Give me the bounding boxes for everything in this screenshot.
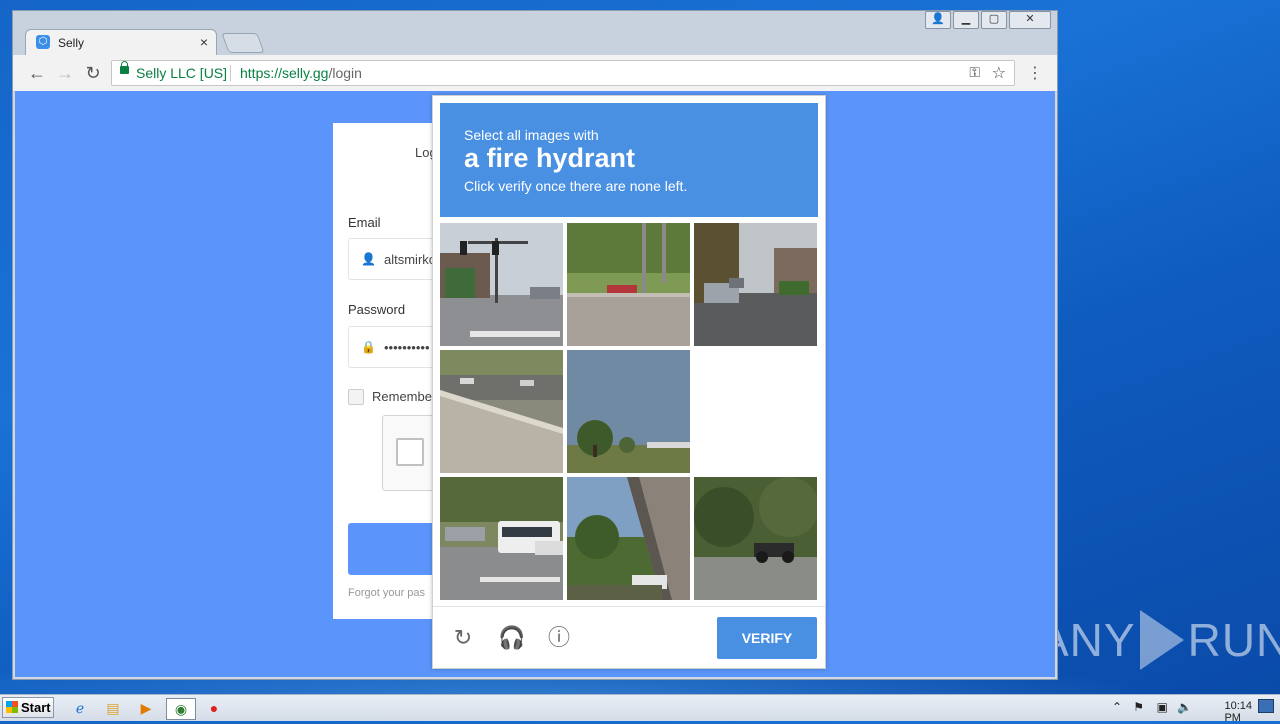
- captcha-target: a fire hydrant: [464, 143, 636, 173]
- address-bar[interactable]: Selly LLC [US] https://selly.gg/login ⚿ …: [111, 60, 1015, 86]
- internet-explorer-icon[interactable]: ℯ: [70, 698, 90, 718]
- captcha-tile-2[interactable]: [567, 223, 690, 346]
- email-label: Email: [348, 215, 381, 230]
- file-explorer-icon[interactable]: ▤: [103, 698, 123, 718]
- captcha-tile-4[interactable]: [440, 350, 563, 473]
- user-icon: 👤: [361, 252, 376, 266]
- clock[interactable]: 10:14 PM: [1224, 700, 1252, 724]
- new-tab-button[interactable]: [221, 33, 265, 53]
- verify-button[interactable]: VERIFY: [717, 617, 817, 659]
- remember-checkbox[interactable]: [348, 389, 364, 405]
- bookmark-star-icon[interactable]: ☆: [992, 63, 1006, 83]
- captcha-tile-7[interactable]: [440, 477, 563, 600]
- reload-icon[interactable]: ↻: [83, 63, 103, 84]
- email-value: altsmirkc: [384, 252, 436, 267]
- captcha-tile-3[interactable]: [694, 223, 817, 346]
- captcha-instruction: Select all images with: [464, 127, 599, 143]
- captcha-tile-5[interactable]: [567, 350, 690, 473]
- user-profile-button[interactable]: 👤: [925, 11, 951, 29]
- tile-image: [567, 477, 690, 600]
- forward-icon[interactable]: →: [55, 63, 75, 84]
- tile-image: [567, 350, 690, 473]
- tile-image: [567, 223, 690, 346]
- tile-image: [694, 223, 817, 346]
- url-text: https://selly.gg/login: [240, 65, 362, 81]
- info-icon[interactable]: ⓘ: [546, 625, 572, 651]
- opera-icon[interactable]: ●: [204, 698, 224, 718]
- captcha-hint: Click verify once there are none left.: [464, 178, 688, 194]
- network-icon[interactable]: ▣: [1157, 700, 1168, 714]
- recaptcha-checkbox[interactable]: [396, 438, 424, 466]
- url-host: https://selly.gg: [240, 65, 329, 81]
- reload-challenge-icon[interactable]: ↻: [450, 625, 476, 651]
- play-icon: [1139, 610, 1184, 670]
- start-label: Start: [21, 700, 51, 715]
- password-label: Password: [348, 302, 406, 317]
- password-value: ••••••••••: [384, 340, 430, 355]
- watermark-text-right: RUN: [1187, 614, 1280, 666]
- browser-menu-icon[interactable]: ⋮: [1027, 63, 1043, 83]
- secure-origin-label: Selly LLC [US]: [136, 65, 228, 81]
- selly-favicon-icon: ⬡: [36, 35, 50, 49]
- tray-expand-icon[interactable]: ⌃: [1112, 700, 1122, 714]
- show-desktop-icon[interactable]: [1258, 699, 1274, 713]
- tab-close-icon[interactable]: ×: [200, 34, 208, 50]
- captcha-challenge: Select all images with a fire hydrant Cl…: [432, 95, 826, 669]
- volume-icon[interactable]: 🔈: [1177, 700, 1192, 714]
- maximize-button[interactable]: ▢: [981, 11, 1007, 29]
- browser-toolbar: ← → ↻ Selly LLC [US] https://selly.gg/lo…: [13, 55, 1057, 92]
- back-icon[interactable]: ←: [27, 63, 47, 84]
- windows-logo-icon: [6, 701, 18, 713]
- lock-icon: 🔒: [361, 340, 376, 354]
- tab-title: Selly: [58, 36, 85, 50]
- title-bar: 👤 ▁ ▢ ✕ ⬡ Selly ×: [13, 11, 1057, 55]
- taskbar: Start ℯ ▤ ▶ ◉ ● ⌃ ⚑ ▣ 🔈 10:14 PM: [0, 694, 1280, 724]
- forgot-password-link[interactable]: Forgot your pas: [348, 587, 425, 599]
- key-icon[interactable]: ⚿: [969, 64, 980, 81]
- lock-icon: [120, 61, 129, 74]
- omnibox-separator: [230, 65, 231, 81]
- action-center-flag-icon[interactable]: ⚑: [1133, 700, 1144, 714]
- chrome-taskbar-icon[interactable]: ◉: [166, 698, 196, 720]
- captcha-footer: ↻ 🎧 ⓘ VERIFY: [433, 606, 825, 670]
- captcha-tile-9[interactable]: [694, 477, 817, 600]
- minimize-button[interactable]: ▁: [953, 11, 979, 29]
- tile-image: [440, 350, 563, 473]
- url-path: /login: [328, 65, 362, 81]
- tile-image: [440, 477, 563, 600]
- window-controls: 👤 ▁ ▢ ✕: [925, 11, 1051, 29]
- audio-challenge-icon[interactable]: 🎧: [498, 625, 525, 651]
- media-player-icon[interactable]: ▶: [136, 698, 156, 718]
- captcha-tile-6[interactable]: [694, 350, 817, 473]
- remember-label: Remember: [372, 389, 437, 404]
- tile-image: [440, 223, 563, 346]
- captcha-header: Select all images with a fire hydrant Cl…: [440, 103, 818, 217]
- browser-tab[interactable]: ⬡ Selly ×: [25, 29, 217, 55]
- anyrun-watermark: ANY RUN: [1038, 608, 1280, 672]
- tile-image: [694, 477, 817, 600]
- captcha-tile-1[interactable]: [440, 223, 563, 346]
- captcha-tile-8[interactable]: [567, 477, 690, 600]
- start-button[interactable]: Start: [2, 697, 54, 718]
- close-window-button[interactable]: ✕: [1009, 11, 1051, 29]
